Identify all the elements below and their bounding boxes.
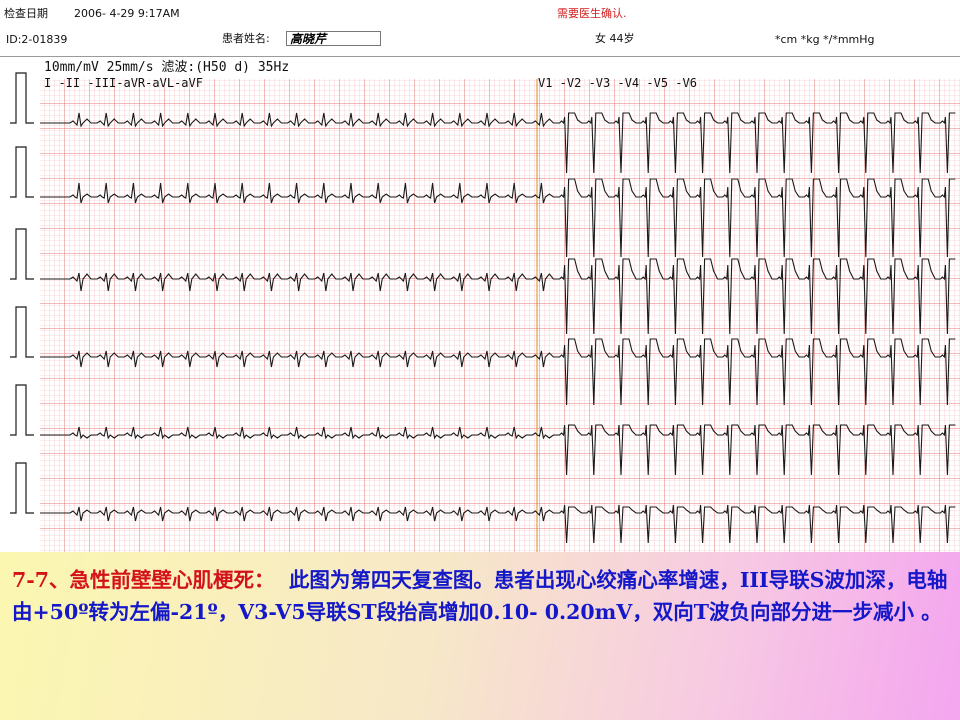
exam-date-value: 2006- 4-29 9:17AM xyxy=(74,7,180,20)
patient-id: ID:2-01839 xyxy=(6,33,68,46)
grid-paper xyxy=(40,79,960,552)
limb-leads-label: I -II -III-aVR-aVL-aVF xyxy=(44,76,203,90)
report-header: 检查日期 2006- 4-29 9:17AM 需要医生确认. ID:2-0183… xyxy=(0,0,960,57)
caption-title: 7-7、急性前壁壁心肌梗死： xyxy=(12,568,275,592)
patient-name-field[interactable]: 高晓芹 xyxy=(286,31,381,46)
ecg-strip: 10mm/mV 25mm/s 滤波:(H50 d) 35Hz I -II -II… xyxy=(0,57,960,552)
measurement-units: *cm *kg */*mmHg xyxy=(775,33,875,46)
caption-text: 7-7、急性前壁壁心肌梗死： 此图为第四天复查图。患者出现心绞痛心率增速，III… xyxy=(12,564,952,628)
sex-age: 女 44岁 xyxy=(595,32,635,45)
ecg-chart: 10mm/mV 25mm/s 滤波:(H50 d) 35Hz I -II -II… xyxy=(0,57,960,552)
confirmation-notice: 需要医生确认. xyxy=(557,7,627,20)
caption-panel: 7-7、急性前壁壁心肌梗死： 此图为第四天复查图。患者出现心绞痛心率增速，III… xyxy=(0,552,960,720)
ecg-settings: 10mm/mV 25mm/s 滤波:(H50 d) 35Hz xyxy=(44,60,289,75)
patient-name-label: 患者姓名: xyxy=(222,32,270,45)
chest-leads-label: V1 -V2 -V3 -V4 -V5 -V6 xyxy=(538,76,697,90)
exam-date-label: 检查日期 xyxy=(4,7,48,20)
